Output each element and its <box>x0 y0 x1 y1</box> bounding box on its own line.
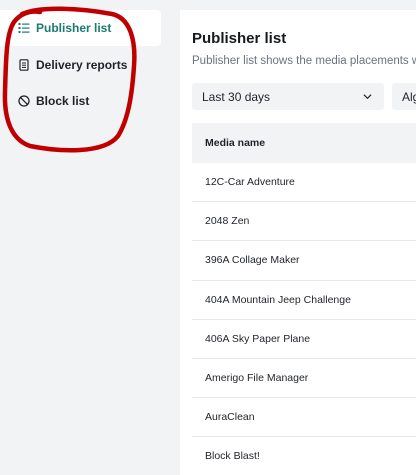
list-icon <box>17 22 30 35</box>
document-icon <box>17 59 30 72</box>
table-row[interactable]: 2048 Zen <box>192 202 416 242</box>
table-row[interactable]: Block Blast! <box>192 437 416 475</box>
date-range-value: Last 30 days <box>202 89 271 104</box>
chevron-down-icon <box>363 94 372 100</box>
table-row[interactable]: Amerigo File Manager <box>192 359 416 399</box>
table-header-media-name[interactable]: Media name <box>192 123 416 163</box>
sidebar-item-block-list[interactable]: Block list <box>0 83 161 119</box>
table-row[interactable]: AuraClean <box>192 398 416 438</box>
publisher-table: Media name 12C-Car Adventure 2048 Zen 39… <box>192 123 416 475</box>
algorithm-value: Alg <box>402 89 416 104</box>
sidebar-item-delivery-reports[interactable]: Delivery reports <box>0 47 161 83</box>
sidebar-item-label: Delivery reports <box>36 58 128 72</box>
block-icon <box>17 95 30 108</box>
page-description: Publisher list shows the media placement… <box>192 55 416 67</box>
main-panel: Publisher list Publisher list shows the … <box>180 10 416 475</box>
table-row[interactable]: 396A Collage Maker <box>192 241 416 281</box>
sidebar-item-label: Publisher list <box>36 21 112 35</box>
sidebar-item-label: Block list <box>36 94 90 108</box>
sidebar-item-publisher-list[interactable]: Publisher list <box>0 10 161 46</box>
table-row[interactable]: 406A Sky Paper Plane <box>192 320 416 359</box>
date-range-select[interactable]: Last 30 days <box>192 83 384 110</box>
table-row[interactable]: 404A Mountain Jeep Challenge <box>192 281 416 320</box>
page-title: Publisher list <box>192 30 287 47</box>
algorithm-select[interactable]: Alg <box>392 83 416 110</box>
table-row[interactable]: 12C-Car Adventure <box>192 163 416 203</box>
